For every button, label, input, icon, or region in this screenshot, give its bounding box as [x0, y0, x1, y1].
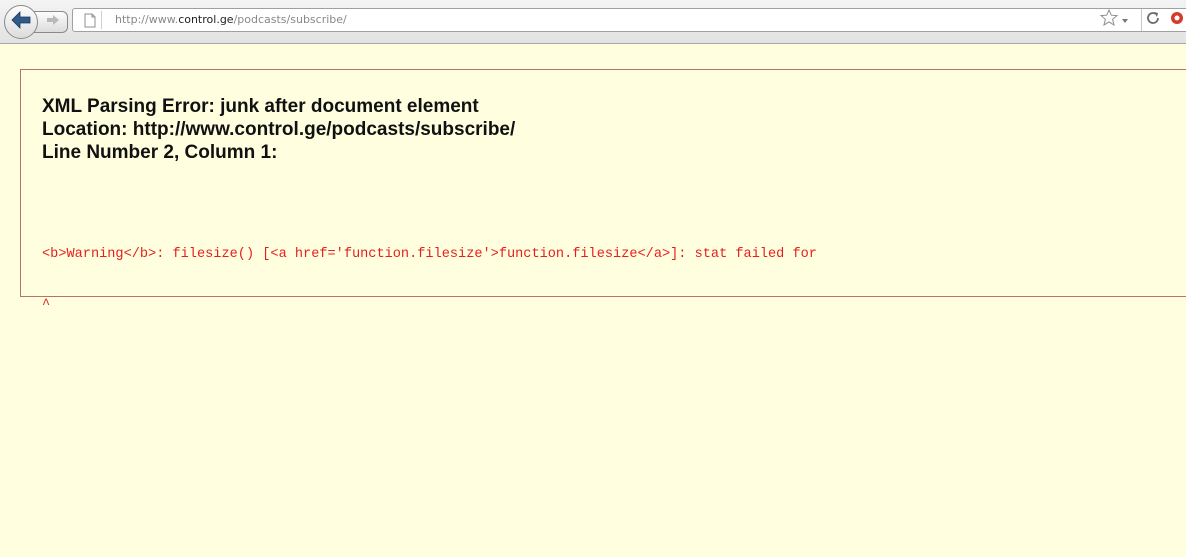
source-line: <b>Warning</b>: filesize() [<a href='fun…: [42, 247, 817, 262]
url-text[interactable]: http://www.control.ge/podcasts/subscribe…: [115, 13, 347, 26]
url-prefix: http://www.: [115, 13, 179, 26]
reload-icon: [1145, 10, 1161, 31]
back-arrow-icon: [11, 10, 31, 34]
page-icon: [79, 11, 102, 29]
star-icon: [1099, 8, 1119, 31]
url-path: /podcasts/subscribe/: [233, 13, 347, 26]
error-location: Location: http://www.control.ge/podcasts…: [42, 119, 516, 140]
addon-button[interactable]: [1167, 10, 1186, 30]
forward-arrow-icon: [46, 13, 60, 31]
reload-button[interactable]: [1141, 9, 1164, 31]
error-heading: XML Parsing Error: junk after document e…: [42, 95, 515, 164]
page-content: XML Parsing Error: junk after document e…: [0, 44, 1186, 557]
addon-icon: [1169, 10, 1185, 31]
error-title: XML Parsing Error: junk after document e…: [42, 96, 479, 117]
nav-buttons: [4, 5, 68, 39]
error-position: Line Number 2, Column 1:: [42, 142, 278, 163]
address-bar[interactable]: http://www.control.ge/podcasts/subscribe…: [72, 8, 1186, 32]
url-dropdown-button[interactable]: [1119, 10, 1131, 30]
error-source: <b>Warning</b>: filesize() [<a href='fun…: [42, 212, 817, 348]
chevron-down-icon: [1121, 11, 1129, 29]
back-button[interactable]: [4, 5, 38, 39]
caret-line: ^: [42, 298, 51, 313]
browser-toolbar: http://www.control.ge/podcasts/subscribe…: [0, 0, 1186, 44]
bookmark-star-button[interactable]: [1099, 8, 1119, 31]
url-host: control.ge: [178, 13, 234, 26]
